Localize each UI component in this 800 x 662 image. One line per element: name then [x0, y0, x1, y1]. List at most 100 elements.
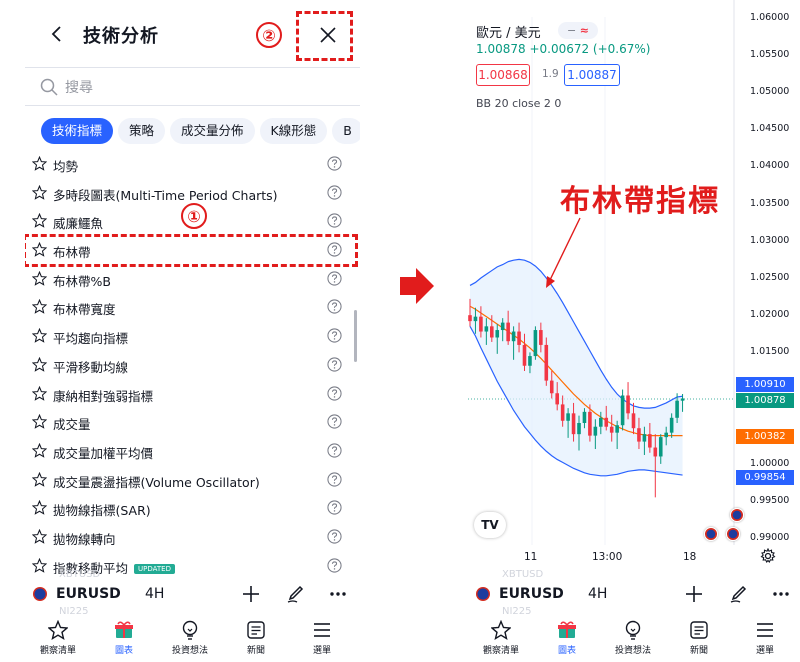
eurusd-flag-icon: [33, 587, 47, 601]
price-label-ma: 1.00382: [736, 429, 794, 444]
indicator-item[interactable]: 康納相對強弱指標: [25, 380, 360, 409]
indicator-item[interactable]: 成交量加權平均價: [25, 437, 360, 466]
news-icon: [247, 621, 265, 639]
gear-icon[interactable]: [760, 548, 776, 564]
candle-body: [631, 413, 636, 429]
star-icon[interactable]: [32, 213, 47, 229]
help-icon[interactable]: [327, 471, 342, 487]
help-icon[interactable]: [327, 357, 342, 372]
help-icon[interactable]: [327, 558, 342, 573]
help-icon[interactable]: [327, 156, 342, 171]
tab-chart[interactable]: 圖表: [94, 620, 154, 656]
search-input[interactable]: [65, 76, 335, 100]
tab-chart[interactable]: 圖表: [537, 620, 597, 656]
star-icon[interactable]: [32, 442, 47, 458]
candle-body: [473, 316, 478, 322]
ghost-symbol-top: XBTUSD: [59, 569, 101, 580]
help-icon[interactable]: [327, 328, 342, 343]
symbol-name[interactable]: EURUSD: [499, 586, 564, 602]
indicator-item[interactable]: 均勢: [25, 150, 360, 179]
indicator-label: 拋物線轉向: [53, 529, 116, 548]
chip-indicators[interactable]: 技術指標: [41, 118, 114, 144]
indicator-text: 成交量: [53, 417, 91, 433]
candle-body: [468, 315, 472, 322]
star-icon[interactable]: [32, 385, 47, 401]
tab-ideas[interactable]: 投資想法: [160, 620, 220, 656]
chart-gift-icon: [558, 621, 576, 638]
candle-body: [506, 322, 510, 342]
candle-body: [626, 395, 630, 414]
indicator-legend[interactable]: BB 20 close 2 0: [476, 97, 561, 110]
interval-selector[interactable]: 4H: [145, 586, 164, 602]
chip-volume-profile[interactable]: 成交量分佈: [170, 118, 255, 144]
more-icon[interactable]: [328, 584, 348, 604]
tutorial-stage: 技術分析 ② 技術指標策略成交量分佈K線形態B 均勢多時段圖表(Multi-Ti…: [0, 0, 800, 662]
tab-menu[interactable]: 選單: [292, 620, 352, 656]
indicator-item[interactable]: 平均趨向指標: [25, 322, 360, 351]
star-icon[interactable]: [32, 299, 47, 315]
help-icon[interactable]: [327, 529, 342, 544]
brush-icon[interactable]: [728, 584, 748, 604]
indicator-item[interactable]: 平滑移動均線: [25, 351, 360, 380]
symbol-name[interactable]: EURUSD: [56, 586, 121, 602]
indicator-text: 康納相對強弱指標: [53, 388, 154, 404]
brush-icon[interactable]: [285, 584, 305, 604]
tab-menu[interactable]: 選單: [735, 620, 795, 656]
indicator-item[interactable]: 成交量震盪指標(Volume Oscillator): [25, 466, 360, 495]
indicator-item[interactable]: 布林帶%B: [25, 265, 360, 294]
chip-strategies[interactable]: 策略: [118, 118, 166, 144]
help-icon[interactable]: [327, 213, 342, 228]
help-icon[interactable]: [327, 500, 342, 515]
indicator-label: 成交量加權平均價: [53, 443, 153, 462]
help-icon[interactable]: [327, 443, 342, 458]
star-icon[interactable]: [32, 356, 47, 372]
x-tick-label: 11: [524, 551, 538, 563]
plus-icon[interactable]: [241, 584, 261, 604]
star-icon[interactable]: [32, 328, 47, 343]
more-icon[interactable]: [771, 584, 791, 604]
star-icon[interactable]: [32, 557, 47, 573]
back-icon[interactable]: [45, 22, 69, 46]
star-icon[interactable]: [32, 471, 47, 487]
tab-label: 觀察清單: [482, 646, 519, 656]
y-tick-label: 1.06000: [750, 11, 790, 23]
star-icon[interactable]: [32, 270, 47, 286]
plus-icon[interactable]: [684, 584, 704, 604]
list-scrollbar[interactable]: [354, 310, 357, 362]
sell-button[interactable]: 1.00868: [476, 64, 530, 86]
indicator-item[interactable]: 布林帶寬度: [25, 293, 360, 322]
tab-news[interactable]: 新聞: [226, 620, 286, 656]
chip-candle-patterns[interactable]: K線形態: [259, 118, 328, 144]
pair-toggle-button[interactable]: − ≈: [558, 22, 598, 39]
buy-button[interactable]: 1.00887: [564, 64, 620, 86]
star-icon[interactable]: [32, 414, 47, 429]
indicator-item[interactable]: 成交量: [25, 408, 360, 437]
candle-body: [560, 404, 565, 421]
indicator-text: 威廉鱷魚: [53, 216, 104, 232]
chart-screen: 歐元 / 美元 − ≈ 1.00878 +0.00672 (+0.67%) 1.…: [468, 0, 800, 662]
candle-body: [539, 330, 543, 345]
star-icon[interactable]: [32, 184, 47, 200]
help-icon[interactable]: [327, 385, 342, 401]
help-icon[interactable]: [327, 299, 342, 315]
chip-more[interactable]: B: [332, 118, 360, 144]
y-tick-label: 0.99000: [750, 532, 790, 544]
indicator-label: 威廉鱷魚: [53, 213, 103, 232]
price-label-upper: 1.00910: [736, 377, 794, 392]
interval-selector[interactable]: 4H: [588, 586, 607, 602]
help-icon[interactable]: [327, 185, 342, 200]
tab-watchlist[interactable]: 觀察清單: [471, 620, 531, 656]
star-icon[interactable]: [32, 528, 47, 544]
star-icon[interactable]: [32, 156, 47, 171]
indicator-label: 平滑移動均線: [53, 357, 128, 376]
indicator-item[interactable]: 拋物線指標(SAR): [25, 494, 360, 523]
candle-body: [609, 426, 614, 433]
help-icon[interactable]: [327, 271, 342, 286]
candle-body: [577, 423, 581, 435]
help-icon[interactable]: [327, 414, 342, 429]
tab-ideas[interactable]: 投資想法: [603, 620, 663, 656]
tab-news[interactable]: 新聞: [669, 620, 729, 656]
star-icon[interactable]: [32, 500, 47, 516]
indicator-item[interactable]: 拋物線轉向: [25, 523, 360, 552]
tab-watchlist[interactable]: 觀察清單: [28, 620, 88, 656]
